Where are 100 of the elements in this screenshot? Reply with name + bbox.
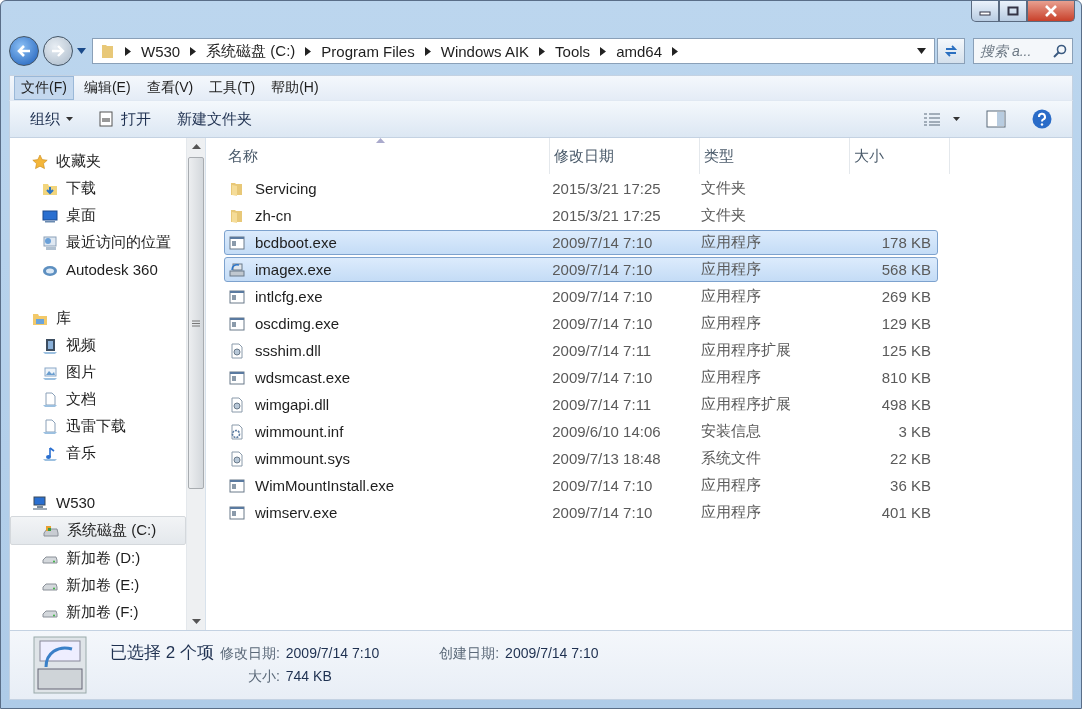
file-type: 应用程序 [700, 233, 761, 252]
chevron-icon[interactable] [305, 46, 312, 56]
file-row[interactable]: WimMountInstall.exe 2009/7/14 7:10 应用程序 36 KB [224, 473, 938, 498]
file-row[interactable]: wimgapi.dll 2009/7/14 7:11 应用程序扩展 498 KB [224, 392, 938, 417]
scroll-up-arrow-icon[interactable] [191, 144, 201, 149]
chevron-icon[interactable] [600, 46, 607, 56]
modified-date: 2009/7/14 7:10 [552, 261, 653, 278]
nav-item[interactable]: 新加卷 (E:) [10, 572, 186, 599]
breadcrumb-item[interactable]: Windows AIK [440, 42, 530, 60]
nav-item[interactable]: 视频 [10, 332, 186, 359]
caret-icon [77, 48, 86, 54]
organize-button[interactable]: 组织 [20, 105, 83, 133]
recent-places-icon [42, 234, 58, 251]
file-size: 3 KB [898, 423, 931, 440]
column-header[interactable]: 类型 [700, 138, 850, 174]
nav-item[interactable]: Autodesk 360 [10, 256, 186, 283]
file-row[interactable]: Servicing 2015/3/21 17:25 文件夹 [224, 176, 938, 201]
maximize-button[interactable] [999, 1, 1027, 22]
file-size: 22 KB [890, 450, 931, 467]
detail-label: 修改日期: [219, 645, 280, 663]
file-name: intlcfg.exe [255, 288, 323, 305]
close-button[interactable] [1027, 1, 1075, 22]
search-field[interactable]: 搜索 a... [973, 38, 1073, 64]
nav-item[interactable]: 桌面 [10, 202, 186, 229]
scroll-down-arrow-icon[interactable] [191, 619, 201, 624]
file-size: 129 KB [881, 315, 931, 332]
chevron-icon[interactable] [672, 46, 678, 56]
breadcrumb-item[interactable]: 系统磁盘 (C:) [206, 41, 296, 61]
nav-item[interactable]: 收藏夹 [10, 148, 186, 175]
menu-item[interactable]: 编辑(E) [77, 77, 137, 99]
nav-item[interactable]: 系统磁盘 (C:) [10, 516, 186, 545]
file-size: 810 KB [881, 369, 931, 386]
breadcrumb-item[interactable]: amd64 [616, 42, 662, 60]
recent-pages-button[interactable] [75, 48, 88, 54]
file-name: ssshim.dll [255, 342, 321, 359]
desktop-icon [42, 207, 58, 224]
menu-item[interactable]: 查看(V) [140, 77, 200, 99]
breadcrumb-item[interactable]: Program Files [321, 42, 415, 60]
picture-icon [42, 364, 58, 381]
back-button[interactable] [9, 36, 39, 66]
chevron-icon[interactable] [424, 46, 431, 56]
new-folder-button[interactable]: 新建文件夹 [167, 105, 262, 133]
nav-item[interactable]: 文档 [10, 386, 186, 413]
nav-item[interactable]: 新加卷 (D:) [10, 545, 186, 572]
chevron-icon[interactable] [539, 46, 546, 56]
file-row[interactable]: oscdimg.exe 2009/7/14 7:10 应用程序 129 KB [224, 311, 938, 336]
modified-date: 2009/7/14 7:10 [552, 234, 653, 251]
file-size: 36 KB [890, 477, 931, 494]
file-name: wimmount.inf [255, 423, 344, 440]
file-row[interactable]: bcdboot.exe 2009/7/14 7:10 应用程序 178 KB [224, 230, 938, 255]
file-type: 应用程序 [700, 476, 761, 495]
open-button[interactable]: 打开 [89, 105, 161, 133]
chevron-icon[interactable] [125, 46, 131, 56]
file-row[interactable]: intlcfg.exe 2009/7/14 7:10 应用程序 269 KB [224, 284, 938, 309]
file-row[interactable]: ssshim.dll 2009/7/14 7:11 应用程序扩展 125 KB [224, 338, 938, 363]
menu-item[interactable]: 工具(T) [203, 77, 262, 99]
file-row[interactable]: imagex.exe 2009/7/14 7:10 应用程序 568 KB [224, 257, 938, 282]
modified-date: 2009/7/14 7:10 [552, 504, 653, 521]
nav-item[interactable]: 下载 [10, 175, 186, 202]
scrollbar-track[interactable] [186, 138, 205, 630]
column-header[interactable]: 大小 [850, 138, 950, 174]
nav-item[interactable]: 迅雷下载 [10, 413, 186, 440]
file-row[interactable]: wdsmcast.exe 2009/7/14 7:10 应用程序 810 KB [224, 365, 938, 390]
nav-item[interactable]: 图片 [10, 359, 186, 386]
refresh-button[interactable] [937, 38, 965, 64]
file-row[interactable]: wimserv.exe 2009/7/14 7:10 应用程序 401 KB [224, 500, 938, 525]
file-row[interactable]: wimmount.sys 2009/7/13 18:48 系统文件 22 KB [224, 446, 938, 471]
menu-item[interactable]: 帮助(H) [265, 77, 325, 99]
breadcrumb-item[interactable]: Tools [555, 42, 591, 60]
file-name: wimmount.sys [255, 450, 351, 467]
minimize-button[interactable] [971, 1, 999, 22]
file-row[interactable]: wimmount.inf 2009/6/10 14:06 安装信息 3 KB [224, 419, 938, 444]
file-type: 应用程序 [700, 314, 761, 333]
nav-item[interactable]: W530 [10, 489, 186, 516]
dropdown-arrow-icon[interactable] [917, 48, 926, 54]
chevron-icon[interactable] [190, 46, 197, 56]
music-icon [42, 445, 58, 462]
program-icon [229, 288, 245, 305]
file-type: 应用程序 [700, 368, 761, 387]
computer-icon [32, 494, 48, 511]
forward-button[interactable] [43, 36, 73, 66]
refresh-icon [943, 43, 959, 59]
breadcrumb-item[interactable]: W530 [141, 42, 181, 60]
nav-item[interactable]: 新加卷 (F:) [10, 599, 186, 626]
nav-item[interactable]: 最近访问的位置 [10, 229, 186, 256]
address-bar[interactable]: W530 系统磁盘 (C:) Program Files Windows AIK Tools amd64 [92, 38, 935, 64]
detail-value: 2009/7/14 7:10 [285, 645, 380, 661]
nav-item[interactable]: 库 [10, 305, 186, 332]
detail-label: 大小: [246, 668, 280, 686]
column-header[interactable]: 修改日期 [550, 138, 700, 174]
file-size: 125 KB [881, 342, 931, 359]
file-row[interactable]: zh-cn 2015/3/21 17:25 文件夹 [224, 203, 938, 228]
menu-item[interactable]: 文件(F) [14, 76, 74, 100]
modified-date: 2009/7/14 7:10 [552, 477, 653, 494]
file-type: 应用程序扩展 [700, 395, 791, 414]
nav-item[interactable]: 音乐 [10, 440, 186, 467]
file-name: wimserv.exe [255, 504, 338, 521]
document-icon [42, 418, 58, 435]
file-size: 568 KB [881, 261, 931, 278]
scroll-thumb[interactable] [188, 157, 204, 489]
